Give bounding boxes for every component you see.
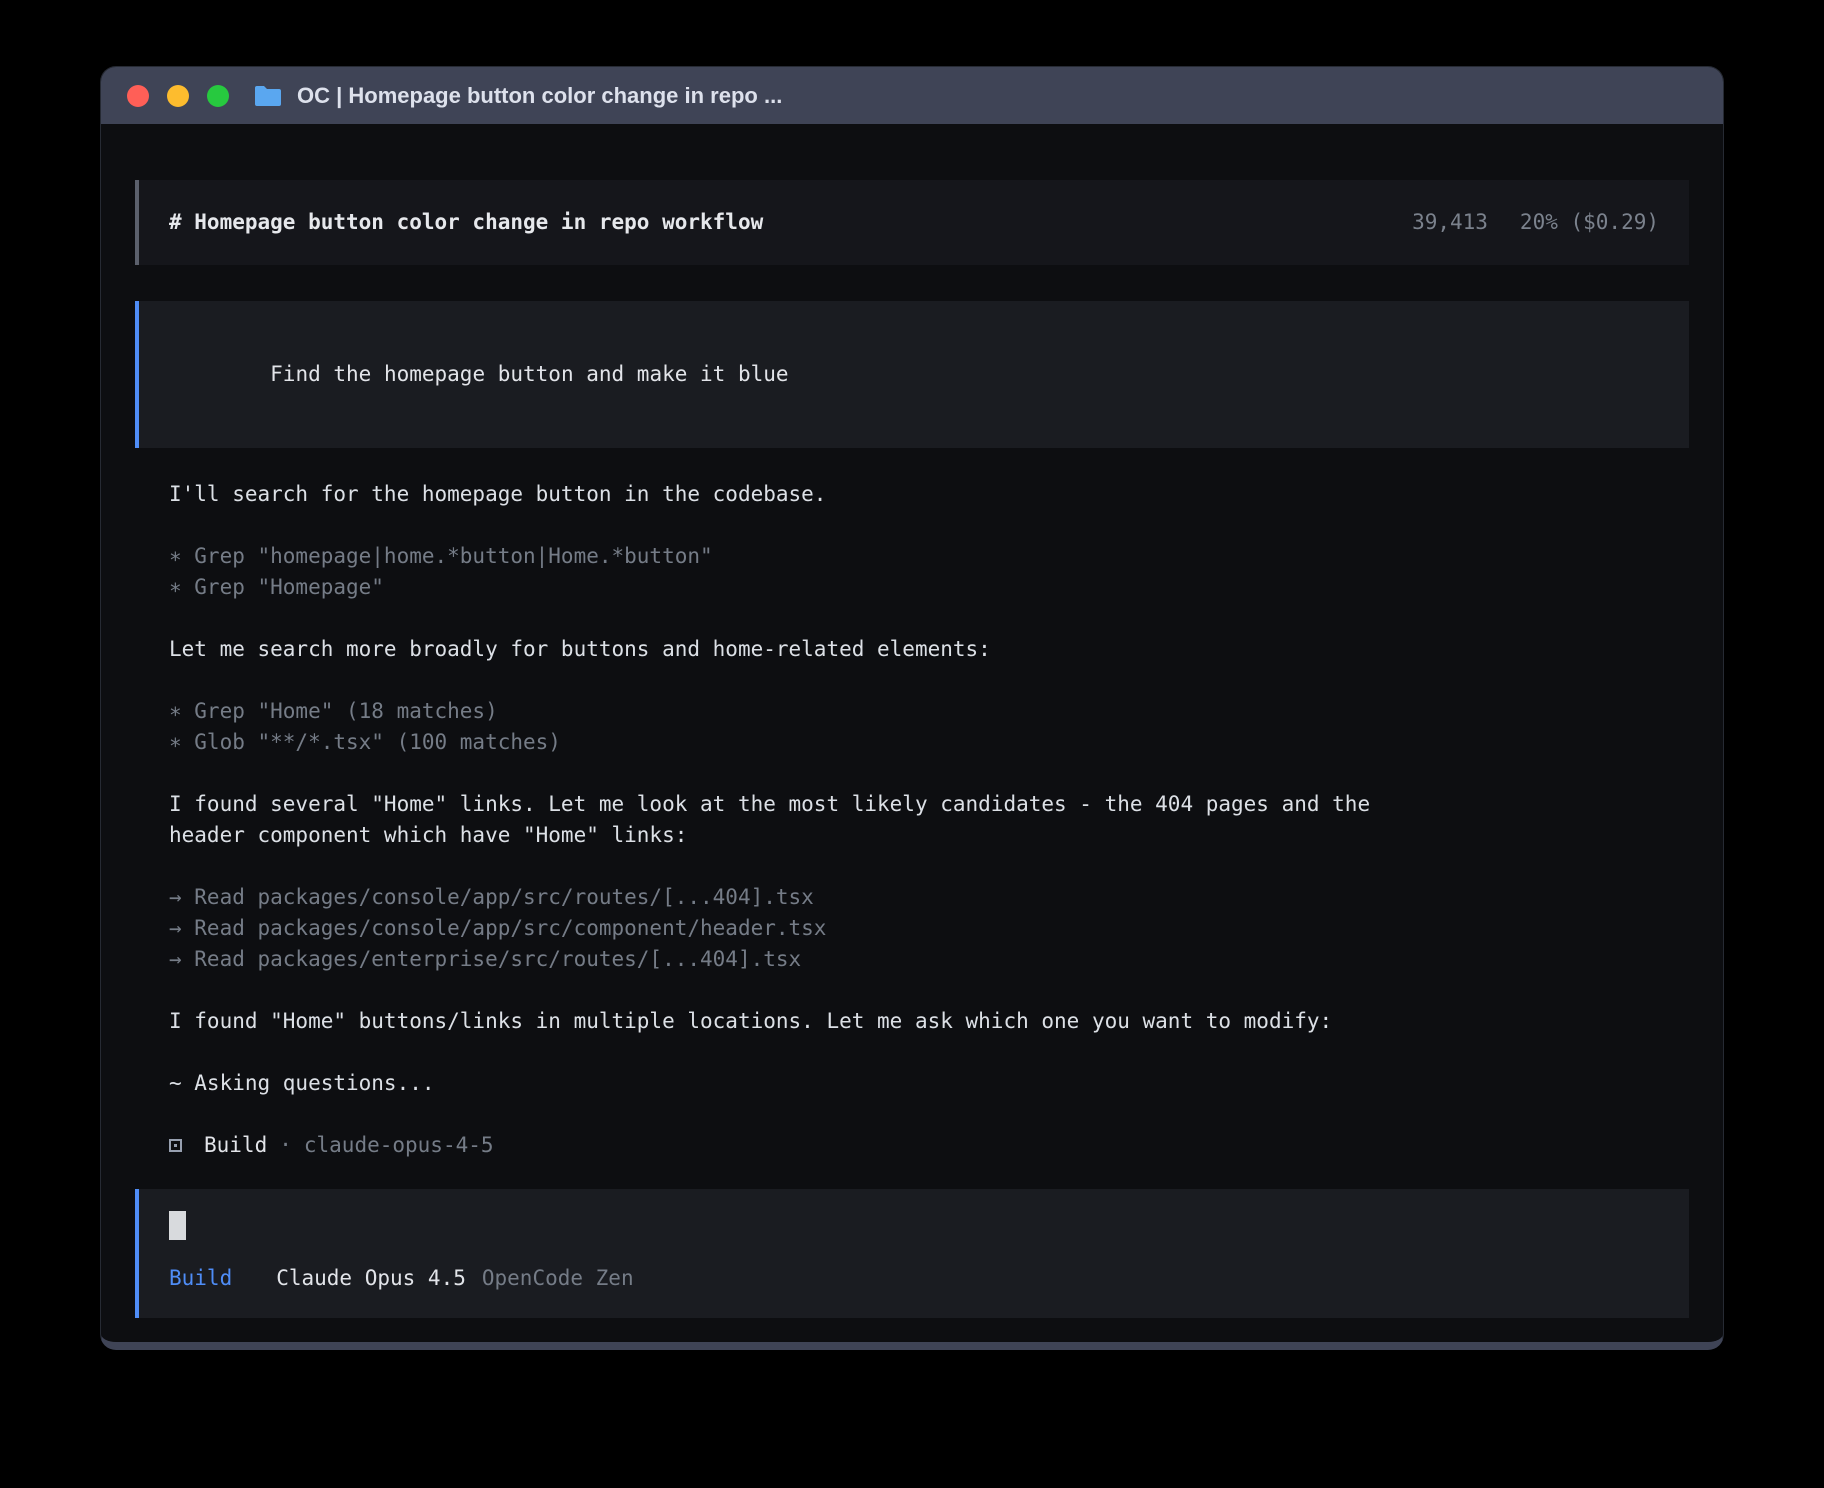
tool-call-line: ∗ Grep "homepage|home.*button|Home.*butt… — [169, 541, 1689, 572]
context-usage: 20% ($0.29) — [1520, 207, 1659, 238]
agent-status-line: Build · claude-opus-4-5 — [169, 1130, 1689, 1161]
terminal-body: # Homepage button color change in repo w… — [101, 180, 1723, 1350]
shortcut-variants: ctrl+t variants — [1120, 1344, 1308, 1350]
status-bar: ········ esc interrupt ctrl+t variants t… — [135, 1344, 1689, 1350]
assistant-message: I found "Home" buttons/links in multiple… — [169, 1006, 1689, 1037]
agent-model: claude-opus-4-5 — [304, 1130, 494, 1161]
shortcut-label: interrupt — [415, 1344, 529, 1350]
tool-call-line: ∗ Grep "Homepage" — [169, 572, 1689, 603]
assistant-message: I'll search for the homepage button in t… — [169, 479, 1689, 510]
agent-separator: · — [279, 1130, 292, 1161]
zoom-button[interactable] — [207, 85, 229, 107]
session-stats: 39,413 20% ($0.29) — [1412, 207, 1659, 238]
shortcut-interrupt: esc interrupt — [366, 1344, 529, 1350]
user-message: Find the homepage button and make it blu… — [135, 301, 1689, 448]
conversation: I'll search for the homepage button in t… — [135, 479, 1689, 1161]
shortcut-label: variants — [1207, 1344, 1308, 1350]
agent-icon — [169, 1139, 182, 1152]
title-group: OC | Homepage button color change in rep… — [253, 83, 782, 109]
assistant-message: Let me search more broadly for buttons a… — [169, 634, 1689, 665]
input-meta-row: Build Claude Opus 4.5 OpenCode Zen — [169, 1263, 1659, 1294]
tool-call-line: ∗ Glob "**/*.tsx" (100 matches) — [169, 727, 1689, 758]
shortcut-key: tab — [1342, 1344, 1380, 1350]
tool-call-line: → Read packages/console/app/src/routes/[… — [169, 882, 1689, 913]
assistant-text-line: I'll search for the homepage button in t… — [169, 479, 1689, 510]
session-title: # Homepage button color change in repo w… — [169, 207, 763, 238]
tool-call-group: ∗ Grep "homepage|home.*button|Home.*butt… — [169, 541, 1689, 603]
window-title: OC | Homepage button color change in rep… — [297, 83, 782, 109]
folder-icon — [253, 84, 283, 108]
shortcut-key: esc — [366, 1344, 404, 1350]
assistant-message: I found several "Home" links. Let me loo… — [169, 789, 1689, 851]
status-bar-left: ········ esc interrupt — [169, 1344, 529, 1350]
prompt-input[interactable]: Build Claude Opus 4.5 OpenCode Zen — [135, 1189, 1689, 1318]
spinner-icon: ········ — [169, 1344, 344, 1350]
user-message-text: Find the homepage button and make it blu… — [270, 362, 788, 386]
tool-call-group: → Read packages/console/app/src/routes/[… — [169, 882, 1689, 975]
shortcut-label: agents — [1391, 1344, 1467, 1350]
text-cursor — [169, 1211, 186, 1240]
input-mode-label: Build — [169, 1263, 232, 1294]
token-count: 39,413 — [1412, 207, 1488, 238]
shortcut-key: ctrl+t — [1120, 1344, 1196, 1350]
terminal-window: OC | Homepage button color change in rep… — [100, 66, 1724, 1350]
window-titlebar: OC | Homepage button color change in rep… — [101, 67, 1723, 124]
assistant-status: ~ Asking questions... — [169, 1068, 1689, 1099]
status-bar-right: ctrl+t variants tab agents ctrl+p comman… — [1120, 1344, 1689, 1350]
shortcut-agents: tab agents — [1342, 1344, 1467, 1350]
assistant-text-line: header component which have "Home" links… — [169, 820, 1689, 851]
traffic-lights — [127, 85, 229, 107]
assistant-text-line: I found "Home" buttons/links in multiple… — [169, 1006, 1689, 1037]
close-button[interactable] — [127, 85, 149, 107]
minimize-button[interactable] — [167, 85, 189, 107]
tool-call-line: → Read packages/console/app/src/componen… — [169, 913, 1689, 944]
shortcut-label: commands — [1588, 1344, 1689, 1350]
tool-call-line: ∗ Grep "Home" (18 matches) — [169, 696, 1689, 727]
asking-questions-line: ~ Asking questions... — [169, 1068, 1689, 1099]
agent-name: Build — [204, 1130, 267, 1161]
session-header: # Homepage button color change in repo w… — [135, 180, 1689, 265]
assistant-text-line: Let me search more broadly for buttons a… — [169, 634, 1689, 665]
desktop-background: OC | Homepage button color change in rep… — [0, 0, 1824, 1488]
shortcut-key: ctrl+p — [1501, 1344, 1577, 1350]
input-provider-label: OpenCode Zen — [482, 1263, 634, 1294]
tool-call-group: ∗ Grep "Home" (18 matches) ∗ Glob "**/*.… — [169, 696, 1689, 758]
shortcut-commands: ctrl+p commands — [1501, 1344, 1689, 1350]
assistant-text-line: I found several "Home" links. Let me loo… — [169, 789, 1689, 820]
tool-call-line: → Read packages/enterprise/src/routes/[.… — [169, 944, 1689, 975]
input-model-label: Claude Opus 4.5 — [276, 1263, 466, 1294]
